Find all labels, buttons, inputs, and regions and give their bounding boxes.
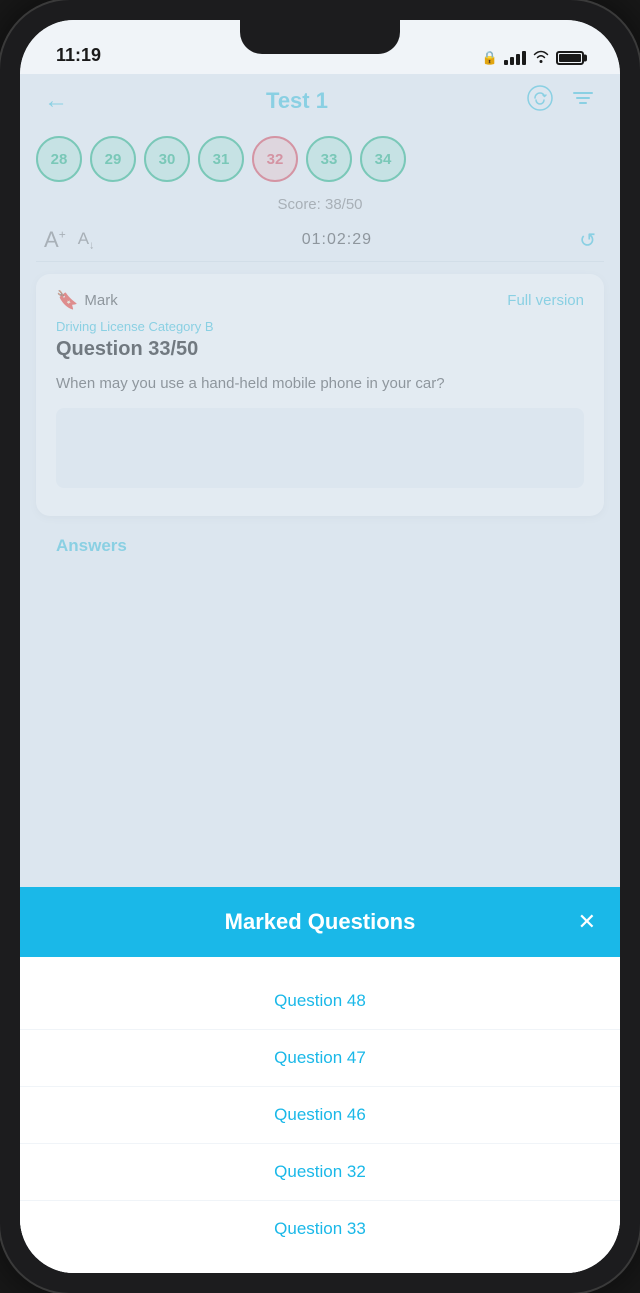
battery-icon <box>556 51 584 65</box>
wifi-icon <box>532 49 550 66</box>
main-content: ← Test 1 <box>20 74 620 1273</box>
modal-header: Marked Questions ✕ <box>20 887 620 957</box>
marked-questions-modal: Marked Questions ✕ Question 48 Question … <box>20 887 620 1273</box>
phone-shell: 11:19 🔒 <box>0 0 640 1293</box>
notch <box>240 20 400 54</box>
signal-bars-icon <box>504 51 526 65</box>
phone-screen: 11:19 🔒 <box>20 20 620 1273</box>
status-time: 11:19 <box>56 45 101 66</box>
marked-question-33[interactable]: Question 33 <box>20 1201 620 1257</box>
modal-body: Question 48 Question 47 Question 46 Ques… <box>20 957 620 1273</box>
marked-question-48[interactable]: Question 48 <box>20 973 620 1030</box>
marked-question-47[interactable]: Question 47 <box>20 1030 620 1087</box>
modal-close-button[interactable]: ✕ <box>578 909 596 935</box>
marked-question-32[interactable]: Question 32 <box>20 1144 620 1201</box>
marked-question-46[interactable]: Question 46 <box>20 1087 620 1144</box>
modal-title: Marked Questions <box>225 909 416 935</box>
status-icons: 🔒 <box>482 49 584 66</box>
lock-icon: 🔒 <box>482 50 498 66</box>
